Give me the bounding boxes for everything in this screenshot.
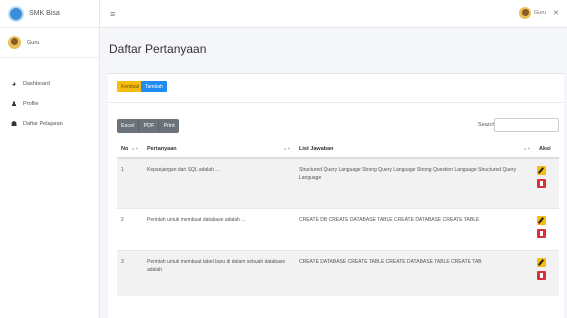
cell-pertanyaan: Perintah untuk membuat database adalah .…	[143, 207, 295, 250]
close-icon[interactable]: ✕	[553, 9, 559, 17]
print-button[interactable]: Print	[159, 119, 178, 133]
table-row: 2 Perintah untuk membuat database adalah…	[117, 207, 559, 250]
question-card: Kembali Tambah Excel PDF Print Search: N…	[108, 73, 564, 318]
topbar: ≡ Guru ✕	[100, 0, 567, 28]
menu-toggle-icon[interactable]: ≡	[110, 9, 115, 19]
user-icon: ♟	[10, 101, 18, 108]
column-header-jawaban[interactable]: List Jawaban ▲▼	[295, 140, 535, 159]
cell-aksi	[535, 157, 559, 208]
top-user-name: Guru	[533, 10, 547, 16]
brand[interactable]: SMK Bisa	[0, 0, 99, 28]
column-header-aksi[interactable]: Aksi	[535, 140, 559, 159]
table-row: 1 Kepanjangan dari SQL adalah ... Struct…	[117, 157, 559, 208]
sidebar-item-label: Dashboard	[23, 81, 50, 87]
delete-icon[interactable]	[537, 228, 546, 238]
cell-jawaban: Structured Query Language Strong Query L…	[295, 157, 535, 208]
excel-button[interactable]: Excel	[117, 119, 140, 133]
users-icon: ☗	[10, 121, 18, 128]
edit-icon[interactable]	[537, 257, 546, 267]
sidebar-user-name: Guru	[27, 39, 40, 46]
kembali-button[interactable]: Kembali	[117, 81, 144, 92]
table-row: 3 Perintah untuk membuat tabel baru di d…	[117, 249, 559, 296]
question-table: No ▲▼ Pertanyaan ▲▼ List Jawaban ▲▼ Aksi 1 …	[117, 140, 559, 296]
cell-pertanyaan: Kepanjangan dari SQL adalah ...	[143, 157, 295, 208]
main-content: Daftar Pertanyaan Kembali Tambah Excel P…	[100, 28, 567, 318]
brand-name: SMK Bisa	[29, 10, 60, 17]
sidebar-user[interactable]: Guru	[0, 28, 99, 58]
search-input[interactable]	[494, 118, 559, 132]
cell-no: 1	[117, 157, 143, 208]
sidebar: SMK Bisa Guru ◕ Dashboard ♟ Profile ☗ Da…	[0, 0, 100, 318]
cell-pertanyaan: Perintah untuk membuat tabel baru di dal…	[143, 249, 295, 296]
sidebar-item-daftar-pelajaran[interactable]: ☗ Daftar Pelajaran	[0, 114, 99, 134]
edit-icon[interactable]	[537, 166, 546, 175]
top-user-menu[interactable]: Guru ✕	[518, 7, 559, 19]
column-header-no[interactable]: No ▲▼	[117, 140, 143, 159]
divider	[108, 102, 564, 103]
avatar	[518, 7, 531, 19]
cell-no: 2	[117, 207, 143, 250]
delete-icon[interactable]	[537, 270, 546, 280]
column-header-pertanyaan[interactable]: Pertanyaan ▲▼	[143, 140, 295, 159]
cell-aksi	[535, 207, 559, 250]
dashboard-icon: ◕	[11, 80, 17, 88]
pdf-button[interactable]: PDF	[139, 119, 160, 133]
cell-no: 3	[117, 249, 143, 296]
avatar	[8, 36, 21, 49]
cell-jawaban: CREATE DATABASE CREATE TABLE CREATE DATA…	[295, 249, 535, 296]
sort-icon: ▲▼	[523, 146, 531, 151]
cell-jawaban: CREATE DB CREATE DATABASE TABLE CREATE D…	[295, 207, 535, 250]
sort-icon: ▲▼	[131, 146, 139, 151]
sidebar-item-dashboard[interactable]: ◕ Dashboard	[0, 74, 99, 94]
sort-icon: ▲▼	[283, 146, 291, 151]
sidebar-item-label: Profile	[23, 101, 39, 107]
logo-icon	[8, 5, 24, 22]
cell-aksi	[535, 249, 559, 296]
delete-icon[interactable]	[537, 179, 546, 188]
edit-icon[interactable]	[537, 215, 546, 225]
export-button-group: Excel PDF Print	[117, 119, 179, 133]
tambah-button[interactable]: Tambah	[141, 81, 167, 92]
sidebar-item-label: Daftar Pelajaran	[23, 121, 63, 127]
sidebar-item-profile[interactable]: ♟ Profile	[0, 94, 99, 114]
sidebar-nav: ◕ Dashboard ♟ Profile ☗ Daftar Pelajaran	[0, 58, 99, 134]
page-title: Daftar Pertanyaan	[109, 42, 207, 56]
